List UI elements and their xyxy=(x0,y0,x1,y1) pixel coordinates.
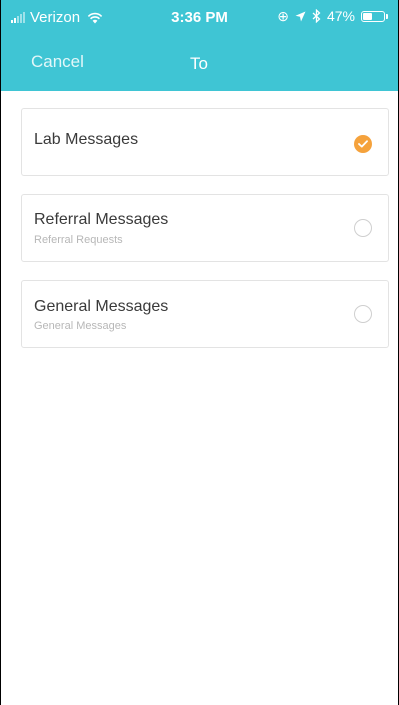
battery-icon xyxy=(361,10,388,22)
option-referral-messages[interactable]: Referral Messages Referral Requests xyxy=(21,194,389,262)
option-title: Lab Messages xyxy=(34,131,139,148)
option-title: Referral Messages xyxy=(34,211,169,228)
location-arrow-icon xyxy=(295,11,306,21)
battery-percent: 47% xyxy=(326,8,355,24)
header: Verizon 3:36 PM ⊕ 47% Cancel To xyxy=(1,0,398,91)
status-bar: Verizon 3:36 PM ⊕ 47% xyxy=(1,0,398,34)
radio-unchecked-icon[interactable] xyxy=(354,305,372,323)
nav-bar: Cancel To xyxy=(1,34,398,91)
battery-fill xyxy=(363,12,373,20)
status-right: ⊕ 47% xyxy=(277,8,388,24)
recipient-options-list: Lab Messages Referral Messages Referral … xyxy=(1,91,398,705)
option-subtitle: General Messages xyxy=(34,320,127,332)
option-title: General Messages xyxy=(34,298,169,315)
cancel-button[interactable]: Cancel xyxy=(31,52,84,72)
option-lab-messages[interactable]: Lab Messages xyxy=(21,108,389,176)
orientation-lock-icon: ⊕ xyxy=(277,8,289,24)
option-subtitle: Referral Requests xyxy=(34,234,123,246)
checkmark-icon[interactable] xyxy=(354,135,372,153)
option-general-messages[interactable]: General Messages General Messages xyxy=(21,280,389,348)
radio-unchecked-icon[interactable] xyxy=(354,219,372,237)
screen: Verizon 3:36 PM ⊕ 47% Cancel To Lab Mess… xyxy=(1,0,398,705)
bluetooth-icon xyxy=(312,9,321,23)
page-title: To xyxy=(190,54,208,73)
